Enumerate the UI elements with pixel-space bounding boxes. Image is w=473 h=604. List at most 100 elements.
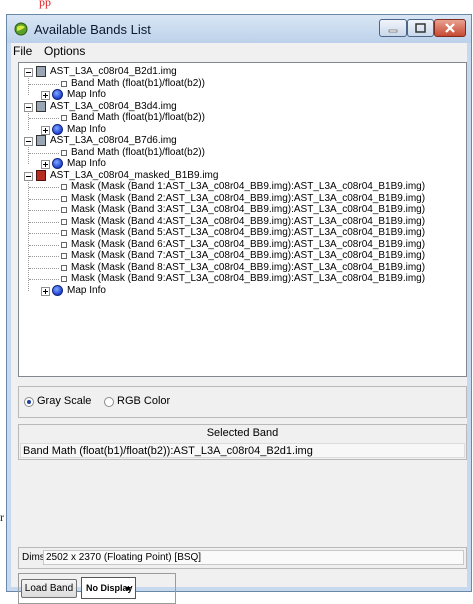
tree-band-label[interactable]: Mask (Mask (Band 9:AST_L3A_c08r04_BB9.im…	[71, 273, 425, 285]
menu-options[interactable]: Options	[44, 44, 85, 58]
band-leaf-icon	[61, 184, 67, 190]
image-file-icon	[36, 135, 46, 146]
tree-band-label[interactable]: Mask (Mask (Band 6:AST_L3A_c08r04_BB9.im…	[71, 239, 425, 251]
expand-icon[interactable]	[41, 286, 50, 296]
close-button[interactable]	[434, 19, 466, 37]
dims-value: 2502 x 2370 (Floating Point) [BSQ]	[43, 550, 464, 565]
tree-file-row[interactable]: AST_L3A_c08r04_masked_B1B9.img	[19, 169, 459, 182]
band-leaf-icon	[61, 276, 67, 282]
tree-band-row[interactable]: Mask (Mask (Band 8:AST_L3A_c08r04_BB9.im…	[19, 262, 459, 274]
tree-connector	[29, 118, 59, 119]
tree-file-label[interactable]: AST_L3A_c08r04_B3d4.img	[50, 101, 177, 113]
tree-map-info-label[interactable]: Map Info	[67, 89, 106, 101]
band-leaf-icon	[61, 253, 67, 259]
selected-band-panel: Selected Band Band Math (float(b1)/float…	[18, 424, 467, 460]
tree-connector	[29, 187, 59, 188]
tree-map-info-row[interactable]: Map Info	[19, 158, 459, 170]
map-globe-icon	[52, 123, 63, 135]
band-leaf-icon	[61, 115, 67, 121]
dropdown-arrow-icon	[125, 587, 131, 591]
tree-connector	[29, 221, 59, 223]
tree-connector	[29, 83, 59, 85]
map-globe-icon	[52, 158, 63, 169]
tree-map-info-label[interactable]: Map Info	[67, 158, 106, 170]
available-bands-window: Available Bands List File Options AST_L3…	[6, 14, 472, 604]
tree-band-row[interactable]: Band Math (float(b1)/float(b2))	[19, 78, 459, 90]
load-band-button[interactable]: Load Band	[21, 579, 77, 598]
tree-band-row[interactable]: Mask (Mask (Band 3:AST_L3A_c08r04_BB9.im…	[19, 204, 459, 216]
menu-bar: File Options	[11, 43, 467, 60]
image-file-icon	[36, 66, 46, 77]
tree-map-info-row[interactable]: Map Info	[19, 89, 459, 101]
tree-band-row[interactable]: Mask (Mask (Band 2:AST_L3A_c08r04_BB9.im…	[19, 193, 459, 205]
display-dropdown[interactable]: No Display	[81, 577, 136, 599]
tree-band-row[interactable]: Mask (Mask (Band 7:AST_L3A_c08r04_BB9.im…	[19, 250, 459, 262]
tree-band-row[interactable]: Band Math (float(b1)/float(b2))	[19, 147, 459, 159]
image-file-icon	[36, 169, 46, 181]
tree-band-label[interactable]: Mask (Mask (Band 2:AST_L3A_c08r04_BB9.im…	[71, 193, 425, 205]
tree-connector	[28, 76, 29, 95]
tree-connector	[28, 145, 29, 164]
map-globe-icon	[52, 89, 63, 100]
tree-band-row[interactable]: Band Math (float(b1)/float(b2))	[19, 112, 459, 124]
tree-band-label[interactable]: Mask (Mask (Band 8:AST_L3A_c08r04_BB9.im…	[71, 262, 425, 274]
bands-tree[interactable]: AST_L3A_c08r04_B2d1.img Band Math (float(…	[18, 62, 467, 377]
tree-band-label[interactable]: Mask (Mask (Band 4:AST_L3A_c08r04_BB9.im…	[71, 216, 425, 228]
tree-file-row[interactable]: AST_L3A_c08r04_B2d1.img	[19, 66, 459, 78]
expand-icon[interactable]	[41, 125, 50, 135]
tree-band-label[interactable]: Mask (Mask (Band 3:AST_L3A_c08r04_BB9.im…	[71, 204, 425, 216]
gray-scale-label[interactable]: Gray Scale	[37, 395, 91, 407]
rgb-color-label[interactable]: RGB Color	[117, 395, 170, 407]
band-leaf-icon	[61, 218, 67, 225]
tree-band-label[interactable]: Band Math (float(b1)/float(b2))	[71, 147, 205, 159]
tree-map-info-row[interactable]: Map Info	[19, 123, 459, 136]
tree-connector	[29, 152, 59, 154]
expand-icon[interactable]	[41, 160, 50, 169]
tree-band-label[interactable]: Band Math (float(b1)/float(b2))	[71, 112, 205, 124]
window-client-area: File Options AST_L3A_c08r04_B2d1.img Band…	[11, 43, 467, 604]
tree-file-label[interactable]: AST_L3A_c08r04_B7d6.img	[50, 135, 177, 147]
tree-connector	[29, 233, 59, 234]
tree-map-info-row[interactable]: Map Info	[19, 284, 459, 297]
menu-file[interactable]: File	[13, 44, 32, 58]
tree-band-row[interactable]: Mask (Mask (Band 5:AST_L3A_c08r04_BB9.im…	[19, 227, 459, 239]
tree-connector	[29, 210, 59, 211]
tree-map-info-label[interactable]: Map Info	[67, 124, 106, 136]
band-leaf-icon	[61, 149, 67, 156]
background-top-text: pp	[39, 0, 51, 9]
minimize-button[interactable]	[379, 19, 407, 37]
band-leaf-icon	[61, 230, 67, 236]
tree-band-row[interactable]: Mask (Mask (Band 4:AST_L3A_c08r04_BB9.im…	[19, 216, 459, 228]
tree-band-row[interactable]: Mask (Mask (Band 6:AST_L3A_c08r04_BB9.im…	[19, 239, 459, 251]
maximize-button[interactable]	[407, 19, 434, 37]
tree-connector	[29, 198, 59, 200]
band-leaf-icon	[61, 264, 67, 271]
title-bar: Available Bands List	[7, 15, 471, 43]
minimize-icon	[388, 29, 398, 33]
dims-panel: Dims 2502 x 2370 (Floating Point) [BSQ]	[18, 547, 467, 569]
band-leaf-icon	[61, 207, 67, 213]
tree-file-label[interactable]: AST_L3A_c08r04_B2d1.img	[50, 66, 177, 78]
rgb-color-radio[interactable]	[104, 397, 114, 407]
tree-connector	[29, 244, 59, 246]
dims-label: Dims	[22, 552, 45, 563]
tree-band-row[interactable]: Mask (Mask (Band 9:AST_L3A_c08r04_BB9.im…	[19, 273, 459, 285]
tree-map-info-label[interactable]: Map Info	[67, 285, 106, 297]
display-mode-group: Gray Scale RGB Color	[18, 386, 467, 418]
tree-band-label[interactable]: Mask (Mask (Band 1:AST_L3A_c08r04_BB9.im…	[71, 181, 425, 193]
tree-band-label[interactable]: Band Math (float(b1)/float(b2))	[71, 78, 205, 90]
envi-globe-icon	[14, 22, 28, 36]
tree-band-row[interactable]: Mask (Mask (Band 1:AST_L3A_c08r04_BB9.im…	[19, 181, 459, 193]
tree-file-label[interactable]: AST_L3A_c08r04_masked_B1B9.img	[50, 170, 218, 182]
expand-icon[interactable]	[41, 91, 50, 100]
tree-band-label[interactable]: Mask (Mask (Band 7:AST_L3A_c08r04_BB9.im…	[71, 250, 425, 262]
band-leaf-icon	[61, 195, 67, 202]
tree-file-row[interactable]: AST_L3A_c08r04_B3d4.img	[19, 100, 459, 113]
selected-band-title: Selected Band	[206, 427, 279, 439]
tree-file-row[interactable]: AST_L3A_c08r04_B7d6.img	[19, 135, 459, 147]
maximize-icon	[415, 23, 426, 33]
gray-scale-radio[interactable]	[24, 397, 34, 407]
tree-band-label[interactable]: Mask (Mask (Band 5:AST_L3A_c08r04_BB9.im…	[71, 227, 425, 239]
band-leaf-icon	[61, 241, 67, 248]
image-file-icon	[36, 100, 46, 112]
